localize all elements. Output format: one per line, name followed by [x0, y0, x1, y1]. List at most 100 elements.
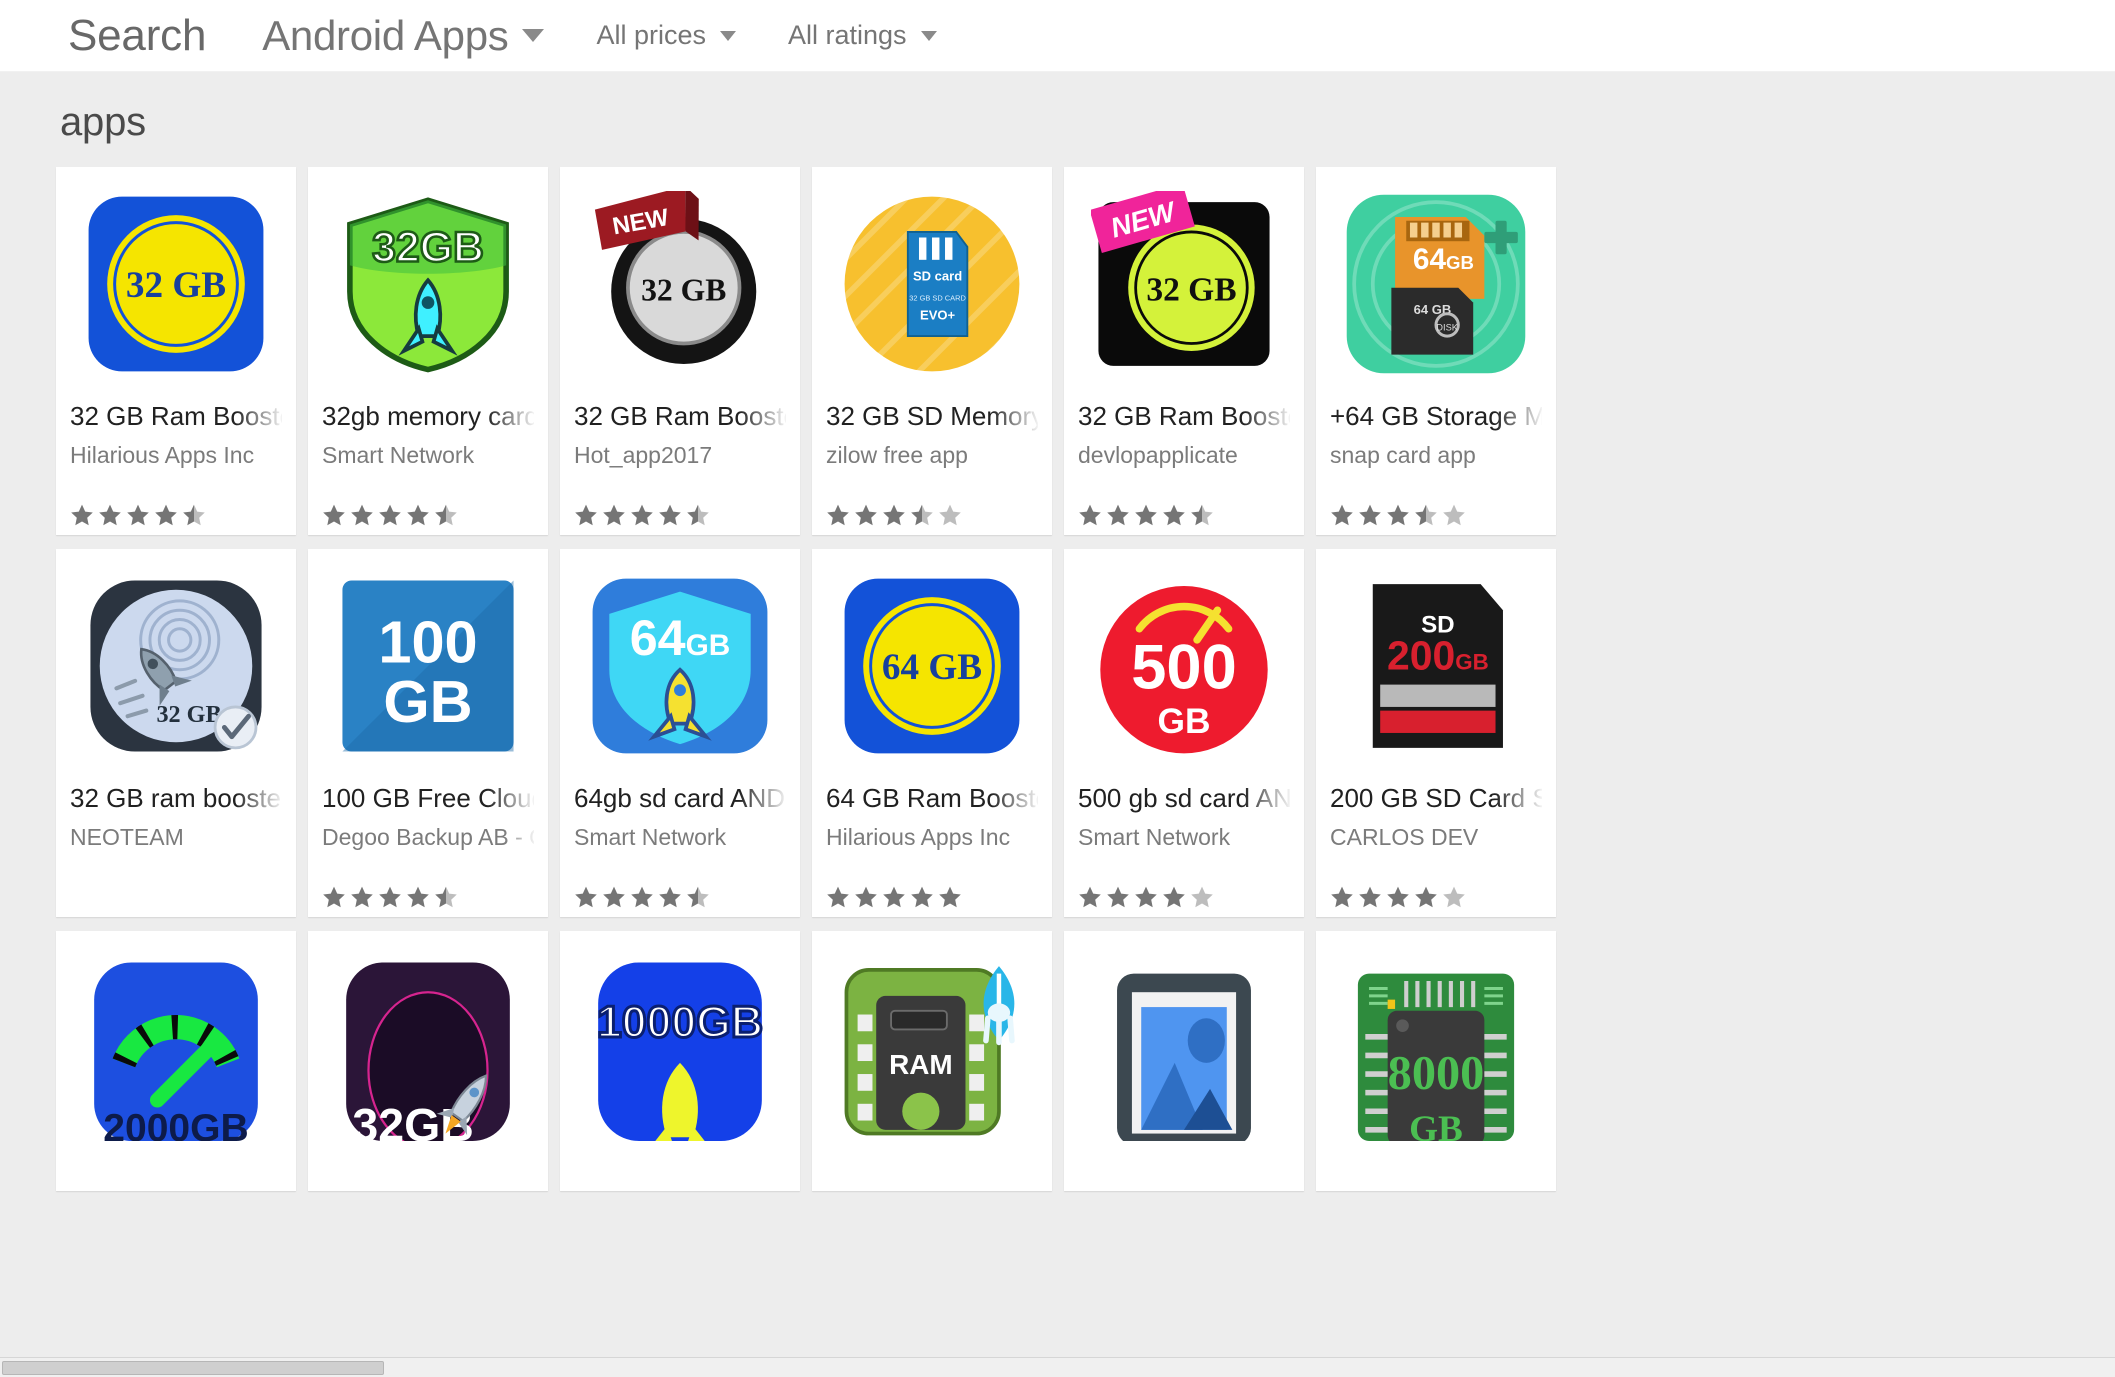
icon-32gb-new-black-lime: 32 GB NEW	[1091, 191, 1277, 377]
filter-android-apps-label: Android Apps	[262, 11, 509, 59]
app-card-meta: 32 GB Ram Booster Hot_app2017	[560, 401, 800, 469]
icon-32gb-rocket-grey: 32 GB	[83, 573, 269, 759]
app-title: 32gb memory card a	[322, 401, 534, 431]
icon-64gb-teal-sdcard: 64GB 64 GB DISK	[1343, 191, 1529, 377]
app-developer: Smart Network	[1078, 823, 1231, 850]
app-card[interactable]: SD200GB 200 GB SD Card Sto CARLOS DEV	[1316, 549, 1556, 917]
rating-stars	[560, 885, 710, 909]
app-card[interactable]: 100GB 100 GB Free Cloud D Degoo Backup A…	[308, 549, 548, 917]
icon-32gb-new-black-ring: 32 GB NEW	[587, 191, 773, 377]
app-developer: snap card app	[1330, 441, 1476, 468]
search-header-bar: Search Android Apps All prices All ratin…	[0, 0, 2115, 72]
app-card-meta: 32 GB Ram Booster devlopapplicate	[1064, 401, 1304, 469]
app-developer: Hot_app2017	[574, 441, 713, 468]
app-card[interactable]: 32GB 32gb memory card a Smart Network	[308, 167, 548, 535]
icon-2000gb-gauge-blue: 2000GB	[83, 955, 269, 1141]
app-card[interactable]: 32 GB 32 GB Ram Booster Hilarious Apps I…	[56, 167, 296, 535]
app-card[interactable]: RAM	[812, 931, 1052, 1191]
app-card[interactable]: 500 GB 500 gb sd card AND Smart Network	[1064, 549, 1304, 917]
icon-200gb-sd-black: SD 200GB	[1343, 573, 1529, 759]
app-card[interactable]: 32 GB NEW 32 GB Ram Booster devlopapplica…	[1064, 167, 1304, 535]
app-title: 32 GB Ram Booster	[574, 401, 786, 431]
app-card[interactable]: 2000GB	[56, 931, 296, 1191]
app-card[interactable]: 64 GB 64 GB Ram Booster Hilarious Apps I…	[812, 549, 1052, 917]
app-developer: Degoo Backup AB - Clou	[322, 823, 534, 850]
filter-all-prices[interactable]: All prices	[596, 20, 736, 51]
app-card[interactable]: 64GB64 GBDISK +64 GB Storage Mem snap ca…	[1316, 167, 1556, 535]
svg-text:RAM: RAM	[889, 1049, 953, 1080]
svg-text:32 GB: 32 GB	[126, 265, 226, 306]
svg-text:GB: GB	[383, 668, 472, 735]
rating-stars	[812, 503, 962, 527]
app-card[interactable]: 32 GB NEW 32 GB Ram Booster Hot_app2017	[560, 167, 800, 535]
rating-stars	[812, 885, 962, 909]
svg-text:SD card: SD card	[913, 268, 962, 283]
icon-ram-cleaner-green: RAM	[839, 955, 1025, 1141]
app-title: 64 GB Ram Booster	[826, 783, 1038, 813]
filter-all-ratings[interactable]: All ratings	[788, 20, 937, 51]
svg-text:8000: 8000	[1388, 1047, 1485, 1100]
app-developer: Smart Network	[574, 823, 727, 850]
app-card[interactable]: 64GB 64gb sd card AND P Smart Network	[560, 549, 800, 917]
app-developer: NEOTEAM	[70, 823, 184, 850]
icon-64gb-blue-yellow: 64 GB	[839, 573, 1025, 759]
app-grid-row-3: 2000GB 32GB 1000GB RAM 8000 GB	[0, 931, 2115, 1191]
app-card[interactable]: 32GB	[308, 931, 548, 1191]
chevron-down-icon	[920, 30, 937, 41]
app-title: 32 GB Ram Booster	[70, 401, 282, 431]
app-developer: zilow free app	[826, 441, 968, 468]
app-title: 32 GB Ram Booster	[1078, 401, 1290, 431]
section-heading-apps: apps	[60, 100, 146, 144]
app-card[interactable]: 1000GB	[560, 931, 800, 1191]
filter-all-ratings-label: All ratings	[788, 20, 907, 50]
app-card-meta: 32 GB ram booster s NEOTEAM	[56, 783, 296, 851]
app-grid-row-2: 32 GB 32 GB ram booster s NEOTEAM 100GB …	[0, 549, 2115, 917]
svg-text:32 GB SD CARD: 32 GB SD CARD	[909, 294, 966, 303]
search-results-content: apps 32 GB 32 GB Ram Booster Hilarious A…	[0, 72, 2115, 1377]
app-card-meta: 32 GB Ram Booster Hilarious Apps Inc	[56, 401, 296, 469]
rating-stars	[1064, 885, 1214, 909]
icon-1000gb-blue-rocket: 1000GB	[587, 955, 773, 1141]
app-developer: Smart Network	[322, 441, 475, 468]
app-card[interactable]: 8000 GB	[1316, 931, 1556, 1191]
page-title: Search	[68, 10, 207, 60]
app-developer: Hilarious Apps Inc	[826, 823, 1011, 850]
app-card[interactable]: 32 GB 32 GB ram booster s NEOTEAM	[56, 549, 296, 917]
horizontal-scrollbar[interactable]	[0, 1357, 2115, 1377]
icon-32gb-green-shield-rocket: 32GB	[335, 191, 521, 377]
rating-stars	[560, 503, 710, 527]
svg-text:32GB: 32GB	[372, 224, 484, 272]
app-developer: CARLOS DEV	[1330, 823, 1479, 850]
icon-500gb-red: 500 GB	[1091, 573, 1277, 759]
app-card-meta: 32gb memory card a Smart Network	[308, 401, 548, 469]
icon-64gb-shield-rocket: 64GB	[587, 573, 773, 759]
app-developer: Hilarious Apps Inc	[70, 441, 255, 468]
svg-text:GB: GB	[1409, 1109, 1463, 1141]
scrollbar-thumb[interactable]	[2, 1361, 384, 1375]
app-grid-row-1: 32 GB 32 GB Ram Booster Hilarious Apps I…	[0, 167, 2115, 535]
svg-text:32 GB: 32 GB	[641, 273, 726, 308]
app-title: 100 GB Free Cloud D	[322, 783, 534, 813]
svg-text:500: 500	[1131, 632, 1237, 702]
app-card-meta: 500 gb sd card AND Smart Network	[1064, 783, 1304, 851]
svg-text:32 GB: 32 GB	[1146, 272, 1236, 309]
rating-stars	[1064, 503, 1214, 527]
app-card[interactable]	[1064, 931, 1304, 1191]
app-card-meta: +64 GB Storage Mem snap card app	[1316, 401, 1556, 469]
icon-8000gb-chip-green: 8000 GB	[1343, 955, 1529, 1141]
filter-android-apps[interactable]: Android Apps	[262, 11, 545, 60]
rating-stars	[56, 503, 206, 527]
svg-text:EVO+: EVO+	[920, 307, 955, 322]
icon-sdcard-orange: SD card 32 GB SD CARD EVO+	[839, 191, 1025, 377]
app-card[interactable]: SD card 32 GB SD CARD EVO+ 32 GB SD Memory…	[812, 167, 1052, 535]
app-card-meta: 100 GB Free Cloud D Degoo Backup AB - Cl…	[308, 783, 548, 851]
app-title: 500 gb sd card AND	[1078, 783, 1290, 813]
svg-text:64 GB: 64 GB	[882, 647, 982, 688]
app-title: 200 GB SD Card Sto	[1330, 783, 1542, 813]
chevron-down-icon	[522, 29, 545, 42]
app-card-meta: 200 GB SD Card Sto CARLOS DEV	[1316, 783, 1556, 851]
filter-all-prices-label: All prices	[596, 20, 706, 50]
svg-text:1000GB: 1000GB	[597, 998, 763, 1047]
svg-text:GB: GB	[1158, 702, 1211, 741]
rating-stars	[1316, 503, 1466, 527]
